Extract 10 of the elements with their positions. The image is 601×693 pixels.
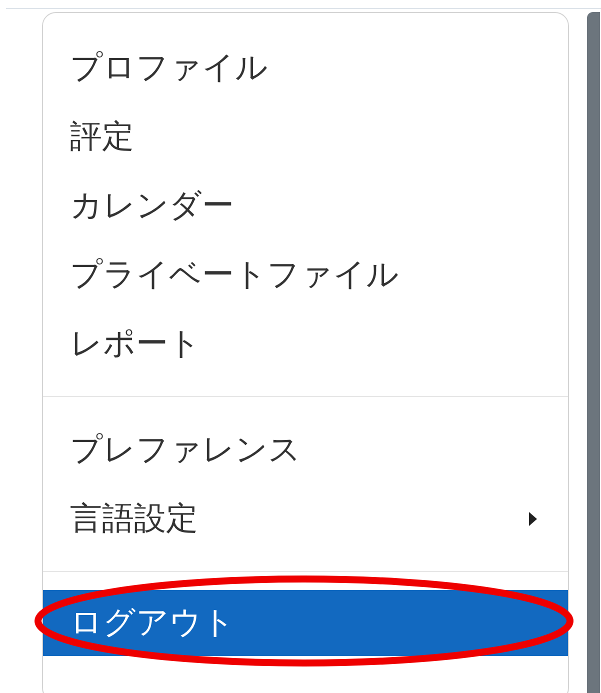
menu-item[interactable]: プライベートファイル [43, 240, 568, 309]
menu-item[interactable]: レポート [43, 309, 568, 378]
menu-item[interactable]: ログアウト [43, 590, 568, 656]
menu-item[interactable]: カレンダー [43, 171, 568, 240]
scrollbar[interactable] [587, 12, 600, 693]
menu-item[interactable]: プロファイル [43, 33, 568, 102]
caret-icon [528, 510, 538, 526]
menu-item[interactable]: 評定 [43, 102, 568, 171]
menu-item[interactable]: プレファレンス [43, 415, 568, 484]
menu-item[interactable]: 言語設定 [43, 484, 568, 553]
